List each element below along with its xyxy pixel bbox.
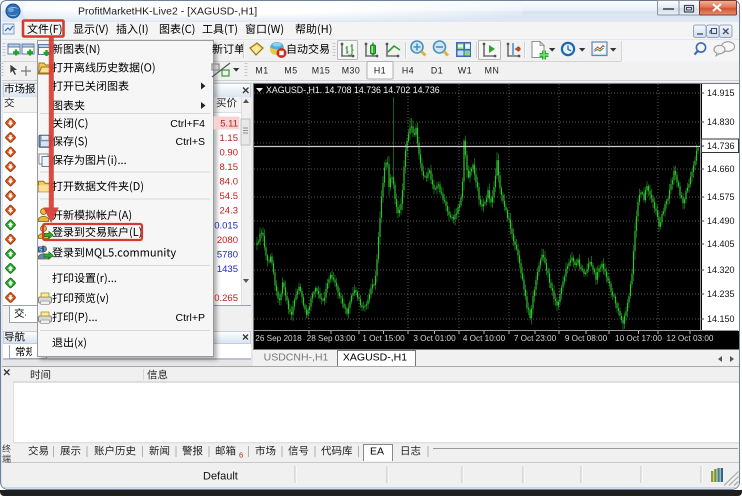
svg-text:26 Sep 2018: 26 Sep 2018	[255, 334, 302, 343]
svg-text:14.150: 14.150	[707, 314, 735, 324]
svg-text:1 Oct 15:00: 1 Oct 15:00	[362, 334, 405, 343]
svg-text:14.235: 14.235	[707, 289, 735, 299]
svg-text:14.405: 14.405	[707, 239, 735, 249]
svg-text:Ctrl+S: Ctrl+S	[176, 136, 205, 148]
svg-text:1.15: 1.15	[220, 133, 239, 144]
svg-text:9 Oct 08:00: 9 Oct 08:00	[565, 334, 608, 343]
svg-text:14.915: 14.915	[707, 88, 735, 98]
svg-text:5.11: 5.11	[220, 119, 238, 130]
svg-text:14.736: 14.736	[707, 141, 735, 151]
svg-text:Ctrl+F4: Ctrl+F4	[170, 118, 205, 130]
svg-text:H1: H1	[374, 66, 386, 76]
svg-text:10 Oct 17:00: 10 Oct 17:00	[615, 334, 662, 343]
svg-text:6: 6	[239, 451, 243, 460]
svg-text:14.490: 14.490	[707, 216, 735, 226]
svg-text:84.0: 84.0	[220, 177, 239, 188]
svg-text:5: 5	[39, 248, 42, 254]
svg-text:W1: W1	[458, 66, 472, 76]
svg-text:14.575: 14.575	[707, 192, 735, 202]
svg-text:0.90: 0.90	[220, 148, 239, 159]
svg-text:12 Oct 03:00: 12 Oct 03:00	[667, 334, 714, 343]
svg-text:54.5: 54.5	[220, 191, 239, 202]
svg-text:XAGUSD-,H1: XAGUSD-,H1	[343, 352, 407, 364]
svg-text:0.015: 0.015	[214, 220, 238, 231]
svg-text:14.830: 14.830	[707, 117, 735, 127]
svg-text:Default: Default	[203, 471, 238, 483]
svg-text:M15: M15	[312, 66, 331, 76]
svg-text:M1: M1	[255, 66, 268, 76]
svg-text:14.320: 14.320	[707, 265, 735, 275]
svg-text:3 Oct 01:00: 3 Oct 01:00	[413, 334, 456, 343]
svg-text:ProfitMarketHK-Live2 - [XAGUSD: ProfitMarketHK-Live2 - [XAGUSD-,H1]	[78, 6, 257, 18]
svg-text:H4: H4	[402, 66, 414, 76]
svg-text:1435: 1435	[217, 264, 238, 275]
svg-text:8.15: 8.15	[220, 162, 239, 173]
svg-text:MN: MN	[485, 66, 500, 76]
svg-text:4 Oct 10:00: 4 Oct 10:00	[463, 334, 506, 343]
svg-text:24.3: 24.3	[220, 206, 239, 217]
svg-text:14.660: 14.660	[707, 164, 735, 174]
svg-text:EA: EA	[370, 446, 384, 458]
svg-text:USDCNH-,H1: USDCNH-,H1	[264, 352, 329, 364]
svg-text:2080: 2080	[217, 235, 238, 246]
svg-text:28 Sep 03:00: 28 Sep 03:00	[307, 334, 356, 343]
svg-text:M5: M5	[284, 66, 297, 76]
svg-text:D1: D1	[431, 66, 443, 76]
svg-text:M30: M30	[342, 66, 361, 76]
svg-text:0.265: 0.265	[214, 293, 238, 304]
svg-text:XAGUSD-,H1. 14.708 14.736 14.7: XAGUSD-,H1. 14.708 14.736 14.702 14.736	[266, 85, 440, 95]
svg-text:Ctrl+P: Ctrl+P	[176, 312, 205, 324]
svg-text:7 Oct 23:00: 7 Oct 23:00	[514, 334, 557, 343]
svg-text:5780: 5780	[217, 249, 238, 260]
